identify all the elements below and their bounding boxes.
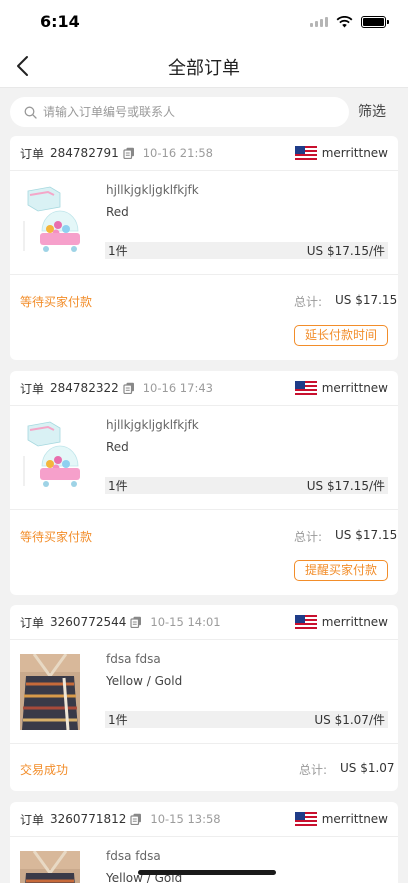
wifi-icon [336,16,353,28]
order-label: 订单 [20,146,45,161]
order-total: US $1.07 [340,761,395,775]
unit-price: US $1.07/件 [314,713,385,727]
order-item[interactable]: fdsa fdsa Yellow / Gold [10,837,398,883]
product-title: hjllkjgkljgklfkjfk [106,418,199,432]
status-bar: 6:14 [0,0,408,44]
store-name: merrittnew [321,381,388,395]
order-time: 10-16 21:58 [142,146,213,160]
remind-buyer-button[interactable]: 提醒买家付款 [293,560,388,581]
search-row: 筛选 [0,88,408,136]
quantity: 1件 [108,479,128,493]
us-flag-icon [294,812,317,826]
store-name: merrittnew [321,146,388,160]
order-time: 10-15 14:01 [150,615,221,629]
product-variant: Red [106,205,129,219]
store: merrittnew [294,146,388,160]
unit-price: US $17.15/件 [306,244,385,258]
battery-icon [361,16,389,28]
order-header: 订单 284782791 10-16 21:58 merrittnew [10,136,398,171]
product-title: fdsa fdsa [106,652,161,666]
order-card[interactable]: 订单 284782322 10-16 17:43 merrittnew hjll… [10,371,398,595]
quantity-price-row: 1件 US $1.07/件 [105,711,388,728]
order-number: 284782322 [50,381,119,395]
quantity-price-row: 1件 US $17.15/件 [105,477,388,494]
search-input[interactable] [43,105,323,119]
product-title: hjllkjgkljgklfkjfk [106,183,199,197]
order-header: 订单 3260772544 10-15 14:01 merrittnew [10,605,398,640]
order-label: 订单 [20,812,45,827]
order-label: 订单 [20,615,45,630]
product-variant: Red [106,440,129,454]
nav-bar: 全部订单 [0,44,408,88]
order-card[interactable]: 订单 3260772544 10-15 14:01 merrittnew fds… [10,605,398,791]
product-title: fdsa fdsa [106,849,161,863]
total-label: 总计: [294,530,323,544]
order-item[interactable]: hjllkjgkljgklfkjfk Red 1件 US $17.15/件 [10,171,398,275]
store-name: merrittnew [321,615,388,629]
filter-button[interactable]: 筛选 [358,101,386,121]
product-thumbnail [20,181,88,259]
copy-icon[interactable] [130,813,142,825]
order-status: 等待买家付款 [20,295,93,309]
copy-icon[interactable] [123,382,135,394]
status-icons [310,16,389,28]
order-footer: 等待买家付款 总计: US $17.15 延长付款时间 [10,275,398,360]
order-time: 10-15 13:58 [150,812,221,826]
total-label: 总计: [299,763,328,777]
order-card[interactable]: 订单 284782791 10-16 21:58 merrittnew hjll… [10,136,398,360]
store-name: merrittnew [321,812,388,826]
search-box[interactable] [10,97,349,127]
quantity-price-row: 1件 US $17.15/件 [105,242,388,259]
order-item[interactable]: fdsa fdsa Yellow / Gold 1件 US $1.07/件 [10,640,398,744]
store: merrittnew [294,615,388,629]
home-indicator [138,870,276,875]
order-footer: 交易成功 总计: US $1.07 [10,744,398,791]
order-time: 10-16 17:43 [142,381,213,395]
us-flag-icon [294,615,317,629]
product-thumbnail [20,851,80,883]
order-status: 交易成功 [20,763,69,777]
total-label: 总计: [294,295,323,309]
product-variant: Yellow / Gold [106,674,183,688]
status-time: 6:14 [40,12,80,31]
order-number: 3260772544 [50,615,127,629]
search-icon [24,106,37,119]
cellular-signal-icon [310,17,328,27]
us-flag-icon [294,381,317,395]
order-footer: 等待买家付款 总计: US $17.15 提醒买家付款 [10,510,398,595]
page-title: 全部订单 [168,58,240,79]
copy-icon[interactable] [130,616,142,628]
us-flag-icon [294,146,317,160]
store: merrittnew [294,812,388,826]
order-label: 订单 [20,381,45,396]
order-total: US $17.15 [335,528,398,542]
product-thumbnail [20,654,80,730]
order-number: 284782791 [50,146,119,160]
order-status: 等待买家付款 [20,530,93,544]
quantity: 1件 [108,244,128,258]
order-header: 订单 284782322 10-16 17:43 merrittnew [10,371,398,406]
product-thumbnail [20,416,88,494]
store: merrittnew [294,381,388,395]
order-total: US $17.15 [335,293,398,307]
order-item[interactable]: hjllkjgkljgklfkjfk Red 1件 US $17.15/件 [10,406,398,510]
order-number: 3260771812 [50,812,127,826]
copy-icon[interactable] [123,147,135,159]
extend-payment-time-button[interactable]: 延长付款时间 [293,325,388,346]
unit-price: US $17.15/件 [306,479,385,493]
order-header: 订单 3260771812 10-15 13:58 merrittnew [10,802,398,837]
quantity: 1件 [108,713,128,727]
